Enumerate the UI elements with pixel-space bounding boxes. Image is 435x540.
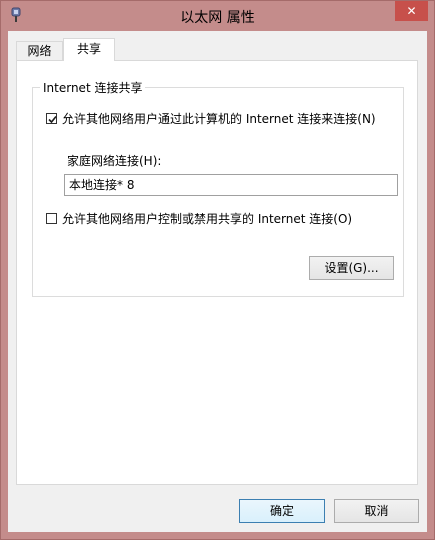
settings-button[interactable]: 设置(G)... [309,256,394,280]
home-network-field[interactable]: 本地连接* 8 [64,174,398,196]
group-title: Internet 连接共享 [40,79,146,96]
tab-sharing[interactable]: 共享 [63,38,115,61]
home-network-label: 家庭网络连接(H): [67,154,162,168]
allow-control-label[interactable]: 允许其他网络用户控制或禁用共享的 Internet 连接(O) [62,210,352,227]
title-bar[interactable]: 以太网 属性 ✕ [0,0,435,32]
sharing-tab-panel: Internet 连接共享 允许其他网络用户通过此计算机的 Internet 连… [16,60,418,485]
close-button[interactable]: ✕ [395,1,428,21]
window-title: 以太网 属性 [180,10,255,26]
cancel-button[interactable]: 取消 [334,499,419,523]
allow-control-checkbox[interactable] [46,213,57,224]
allow-connect-label[interactable]: 允许其他网络用户通过此计算机的 Internet 连接来连接(N) [62,110,376,127]
ok-button[interactable]: 确定 [239,499,325,523]
dialog-client-area: 网络 共享 Internet 连接共享 允许其他网络用户通过此计算机的 Inte… [8,31,427,532]
tab-network[interactable]: 网络 [16,41,63,60]
allow-connect-checkbox[interactable] [46,113,57,124]
close-icon: ✕ [406,4,417,18]
internet-connection-sharing-group: Internet 连接共享 允许其他网络用户通过此计算机的 Internet 连… [32,79,404,297]
checkmark-icon [48,115,57,124]
